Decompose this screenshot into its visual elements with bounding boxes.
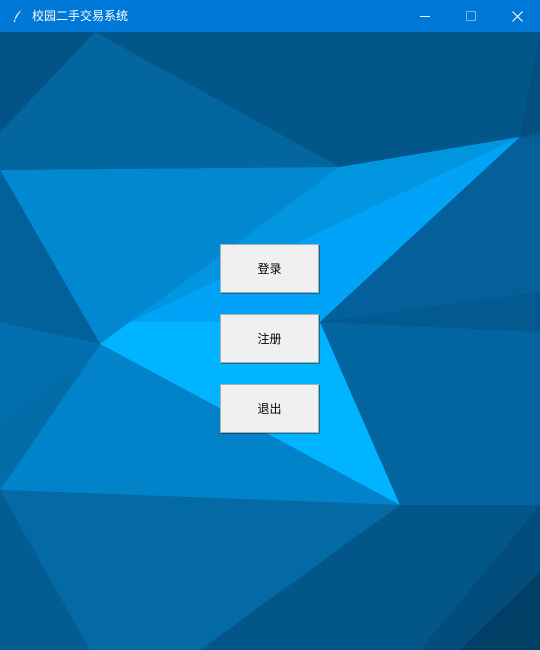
maximize-icon [466, 11, 476, 21]
title-bar[interactable]: 校园二手交易系统 [0, 0, 540, 32]
minimize-button[interactable] [402, 0, 448, 32]
minimize-icon [420, 16, 430, 17]
main-area: 登录 注册 退出 [0, 32, 540, 650]
register-button[interactable]: 注册 [220, 314, 319, 363]
window-title: 校园二手交易系统 [32, 9, 129, 23]
maximize-button[interactable] [448, 0, 494, 32]
close-button[interactable] [494, 0, 540, 32]
exit-button[interactable]: 退出 [220, 384, 319, 433]
window-controls [402, 0, 540, 32]
feather-icon [10, 8, 26, 24]
close-icon [511, 10, 523, 22]
app-window: 校园二手交易系统 登录 注册 退出 [0, 0, 540, 650]
login-button[interactable]: 登录 [220, 244, 319, 293]
